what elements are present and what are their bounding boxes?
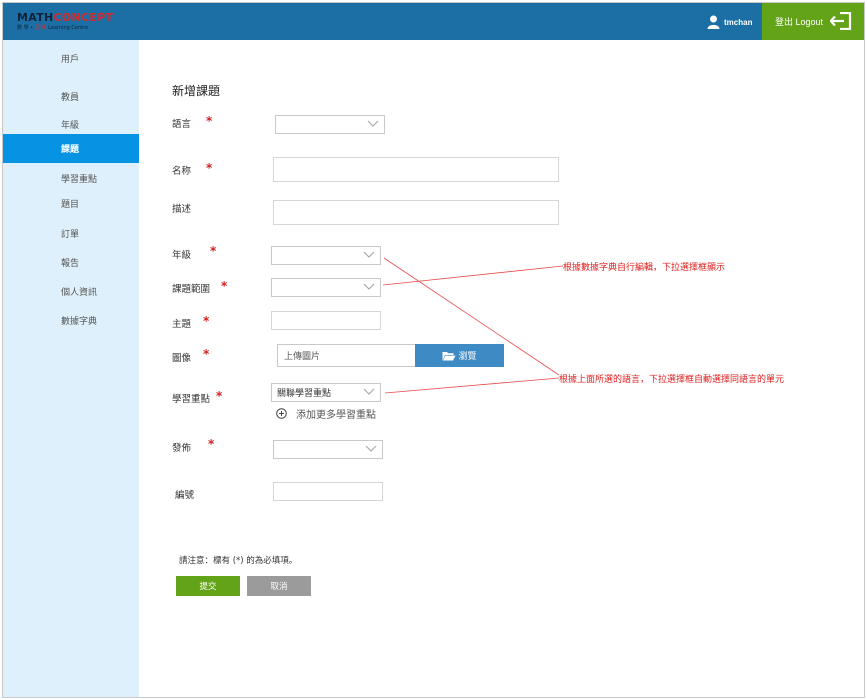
- logout-icon: [830, 12, 852, 30]
- required-mark: *: [203, 314, 210, 328]
- chevron-down-icon: [363, 388, 375, 395]
- description-label: 描述: [172, 204, 192, 215]
- language-select[interactable]: [275, 115, 385, 134]
- sidebar-item-data-dictionary[interactable]: 數據字典: [3, 306, 139, 335]
- sidebar-item-reports[interactable]: 報告: [3, 248, 139, 277]
- logout-label: 登出 Logout: [775, 17, 824, 27]
- upload-placeholder: 上傳圖片: [284, 352, 321, 362]
- annotation-dictionary-note: 根據數據字典自行編輯，下拉選擇框顯示: [563, 263, 726, 273]
- folder-open-icon: [442, 351, 456, 360]
- top-header: MATHCONCEPT 數 學 ∙ 思 維 Learning Centre tm…: [3, 3, 864, 40]
- user-icon: [707, 15, 720, 29]
- required-note: 請注意：標有 (*) 的為必填項。: [179, 556, 298, 566]
- sidebar-item-label: 教員: [61, 93, 80, 103]
- sidebar-item-questions[interactable]: 題目: [3, 189, 139, 218]
- chevron-down-icon: [367, 120, 379, 127]
- key-point-value: 關聯學習重點: [277, 389, 332, 399]
- scope-select[interactable]: [271, 278, 381, 297]
- sidebar-item-label: 訂單: [61, 230, 80, 240]
- name-input[interactable]: [273, 157, 559, 182]
- cancel-label: 取消: [270, 582, 288, 592]
- page-title: 新增課題: [172, 84, 221, 98]
- sidebar-item-orders[interactable]: 訂單: [3, 219, 139, 248]
- username: tmchan: [724, 17, 753, 27]
- logo-text-math: MATH: [17, 11, 54, 24]
- image-upload-field[interactable]: 上傳圖片: [277, 344, 420, 367]
- grade-select[interactable]: [271, 246, 381, 265]
- sidebar-item-label: 課題: [61, 145, 80, 155]
- browse-label: 瀏覽: [458, 352, 477, 362]
- sidebar-item-label: 用戶: [61, 55, 80, 65]
- subject-input[interactable]: [271, 311, 381, 330]
- scope-label: 課題範圍: [172, 284, 211, 295]
- annotation-language-note: 根據上面所選的語言，下拉選擇框自動選擇同語言的單元: [559, 375, 785, 385]
- chevron-down-icon: [363, 251, 375, 258]
- sidebar-item-topics[interactable]: 課題: [3, 134, 139, 163]
- submit-label: 提交: [199, 582, 217, 592]
- sidebar-item-label: 年級: [61, 121, 80, 131]
- cancel-button[interactable]: 取消: [247, 576, 311, 596]
- required-mark: *: [206, 114, 213, 128]
- sidebar-item-profile[interactable]: 個人資訊: [3, 277, 139, 306]
- add-more-key-points-link[interactable]: 添加更多學習重點: [276, 406, 376, 421]
- publish-select[interactable]: [273, 440, 383, 459]
- key-point-select[interactable]: 關聯學習重點: [271, 383, 381, 402]
- publish-label: 發佈: [172, 443, 192, 454]
- required-mark: *: [221, 279, 228, 293]
- sidebar-item-label: 學習重點: [61, 175, 98, 185]
- sidebar-item-label: 報告: [61, 259, 80, 269]
- sidebar-item-label: 個人資訊: [61, 288, 98, 298]
- logo-sub-3: Learning Centre: [46, 25, 89, 31]
- sidebar-item-label: 題目: [61, 200, 80, 210]
- chevron-down-icon: [365, 445, 377, 452]
- required-mark: *: [203, 347, 210, 361]
- sidebar: 用戶 教員 年級 課題 學習重點 題目 訂單 報告 個人資訊 數據字典: [3, 40, 139, 697]
- grade-label: 年級: [172, 250, 192, 261]
- add-more-label: 添加更多學習重點: [296, 410, 376, 421]
- subject-label: 主題: [172, 319, 192, 330]
- main-content: 新增課題 語言 * 名称 * 描述 年級 * 課題範圍 * 主題 * 圖像 *: [139, 40, 864, 697]
- brand-logo[interactable]: MATHCONCEPT 數 學 ∙ 思 維 Learning Centre: [17, 12, 117, 34]
- name-label: 名称: [172, 166, 192, 177]
- logo-text-concept: CONCEPT: [53, 11, 114, 24]
- chevron-down-icon: [363, 283, 375, 290]
- sidebar-item-label: 數據字典: [61, 317, 98, 327]
- required-mark: *: [210, 244, 217, 258]
- key-point-label: 學習重點: [172, 394, 211, 405]
- browse-button[interactable]: 瀏覽: [415, 344, 504, 367]
- number-input[interactable]: [273, 482, 383, 501]
- sidebar-item-teachers[interactable]: 教員: [3, 82, 139, 111]
- submit-button[interactable]: 提交: [176, 576, 240, 596]
- logo-sub-2: 思 維: [34, 25, 47, 31]
- logout-button[interactable]: 登出 Logout: [762, 3, 864, 40]
- plus-circle-icon: [276, 408, 287, 419]
- required-mark: *: [216, 389, 223, 403]
- logo-sub-1: 數 學 ∙: [17, 25, 35, 31]
- number-label: 編號: [175, 490, 195, 501]
- required-mark: *: [208, 437, 215, 451]
- description-input[interactable]: [273, 200, 559, 225]
- image-label: 圖像: [172, 353, 192, 364]
- required-mark: *: [206, 161, 213, 175]
- user-menu[interactable]: tmchan: [707, 14, 752, 30]
- app-window: MATHCONCEPT 數 學 ∙ 思 維 Learning Centre tm…: [2, 2, 865, 698]
- language-label: 語言: [172, 119, 192, 130]
- sidebar-item-users[interactable]: 用戶: [3, 44, 139, 73]
